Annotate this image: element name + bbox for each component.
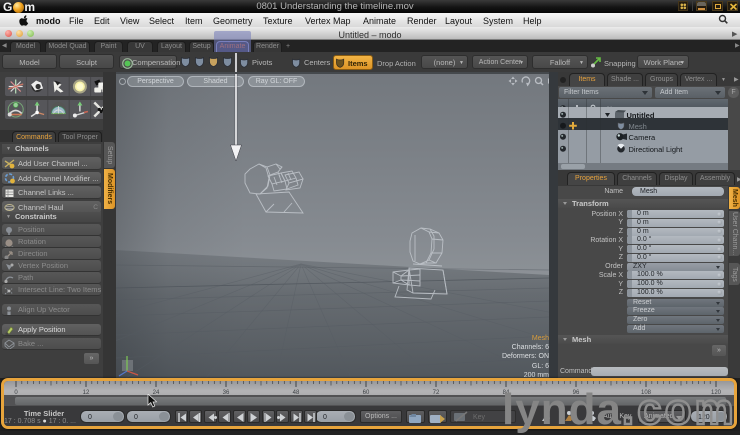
svg-text:Directional Light: Directional Light [629, 145, 684, 154]
